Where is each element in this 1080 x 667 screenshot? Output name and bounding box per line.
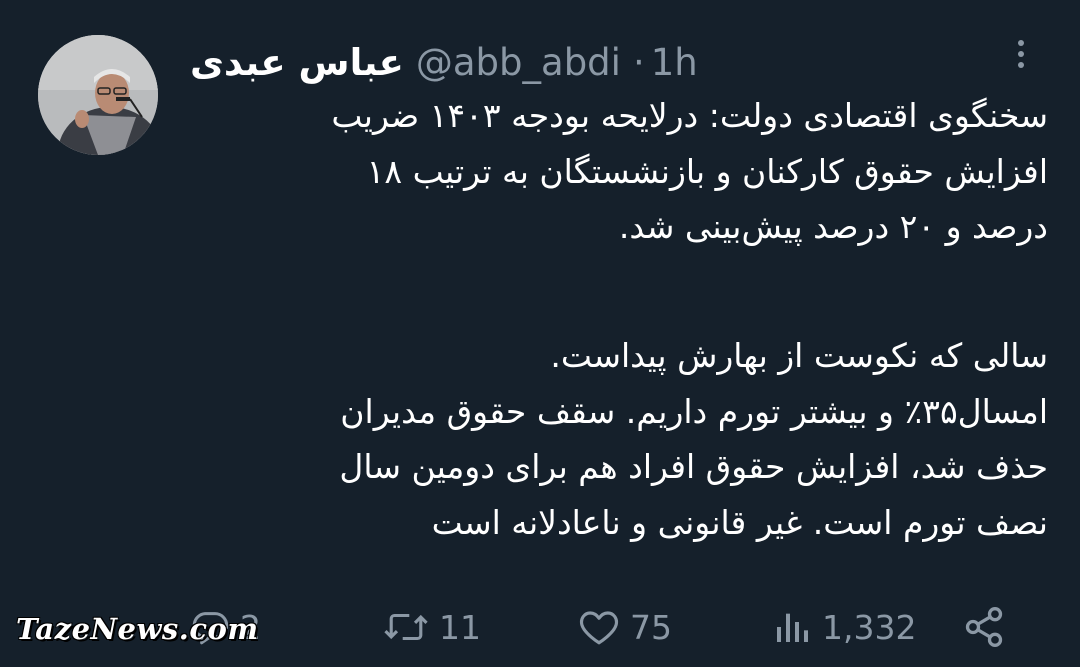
tweet-time[interactable]: 1h — [651, 41, 698, 84]
tweet-text-paragraph-1: سخنگوی اقتصادی دولت: درلایحه بودجه ۱۴۰۳ … — [190, 88, 1048, 255]
avatar[interactable] — [38, 35, 158, 155]
like-button[interactable]: 75 — [578, 600, 672, 654]
watermark: TazeNews.com — [16, 612, 259, 646]
tweet-line: حذف شد، افزایش حقوق افراد هم برای دومین … — [339, 447, 1048, 486]
views-icon — [777, 613, 808, 642]
retweet-icon — [384, 613, 428, 641]
heart-icon — [579, 611, 619, 645]
views-count: 1,332 — [822, 607, 917, 647]
tweet-header: عباس عبدی @abb_abdi · 1h — [190, 40, 698, 84]
retweet-button[interactable]: 11 — [383, 600, 481, 654]
share-button[interactable] — [962, 600, 1006, 654]
tweet-text-paragraph-2: سالی که نکوست از بهارش پیداست. امسال۳۵٪ … — [190, 328, 1048, 550]
tweet-line: سخنگوی اقتصادی دولت: درلایحه بودجه ۱۴۰۳ … — [331, 96, 1048, 135]
tweet-line: سالی که نکوست از بهارش پیداست. — [550, 336, 1048, 375]
tweet-line: درصد و ۲۰ درصد پیش‌بینی شد. — [618, 207, 1048, 246]
views-button[interactable]: 1,332 — [772, 600, 916, 654]
author-handle[interactable]: @abb_abdi — [416, 41, 621, 84]
tweet-line: امسال۳۵٪ و بیشتر تورم داریم. سقف حقوق مد… — [340, 391, 1048, 431]
tweet-line: افزایش حقوق کارکنان و بازنشستگان به ترتی… — [366, 151, 1048, 191]
header-separator: · — [632, 40, 645, 84]
like-count: 75 — [630, 607, 672, 647]
author-name[interactable]: عباس عبدی — [190, 41, 404, 84]
share-icon — [965, 607, 1003, 647]
retweet-count: 11 — [439, 607, 481, 647]
tweet-line: نصف تورم است. غیر قانونی و ناعادلانه است — [431, 502, 1048, 542]
avatar-photo — [38, 35, 158, 155]
more-dots-icon[interactable] — [1006, 36, 1036, 72]
